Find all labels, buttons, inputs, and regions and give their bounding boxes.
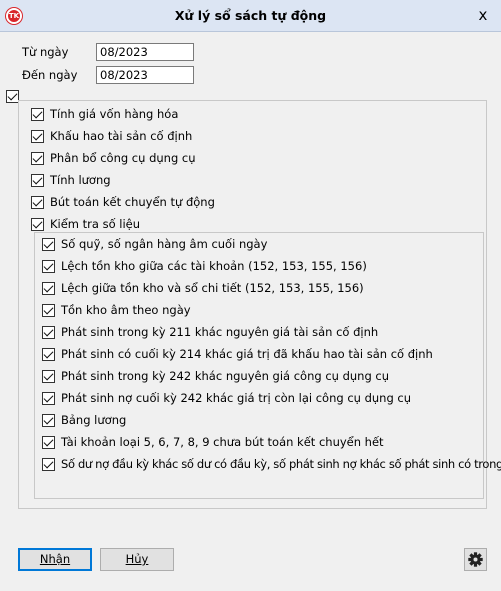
cancel-button-label: Hủy: [125, 552, 149, 566]
close-button[interactable]: x: [474, 6, 492, 24]
gear-icon: [468, 552, 483, 567]
check-label-class-accounts: Tài khoản loại 5, 6, 7, 8, 9 chưa bút to…: [61, 435, 384, 449]
check-label-inventory-accounts: Lệch tồn kho giữa các tài khoản (152, 15…: [61, 259, 367, 273]
check-checkbox-214[interactable]: [42, 348, 55, 361]
check-label-242-remaining: Phát sinh nợ cuối kỳ 242 khác giá trị cò…: [61, 391, 412, 405]
task-checkbox-auto-transfer[interactable]: [31, 196, 44, 209]
ok-button-label: Nhận: [39, 552, 71, 566]
check-label-payroll-table: Bảng lương: [61, 413, 127, 427]
check-label-211: Phát sinh trong kỳ 211 khác nguyên giá t…: [61, 325, 379, 339]
check-checkbox-balance-mismatch[interactable]: [42, 458, 55, 471]
check-checkbox-payroll-table[interactable]: [42, 414, 55, 427]
check-label-242-cost: Phát sinh trong kỳ 242 khác nguyên giá c…: [61, 369, 390, 383]
task-checkbox-cost[interactable]: [31, 108, 44, 121]
check-checkbox-211[interactable]: [42, 326, 55, 339]
to-date-input[interactable]: [96, 66, 194, 84]
from-date-input[interactable]: [96, 43, 194, 61]
settings-button[interactable]: [464, 548, 487, 571]
from-date-label: Từ ngày: [22, 45, 69, 59]
task-label-allocation: Phân bổ công cụ dụng cụ: [50, 151, 196, 165]
cancel-button[interactable]: Hủy: [100, 548, 174, 571]
task-label-data-check: Kiểm tra số liệu: [50, 217, 141, 231]
task-label-cost: Tính giá vốn hàng hóa: [50, 107, 179, 121]
title-bar: TK Xử lý sổ sách tự động x: [0, 0, 501, 32]
window-title: Xử lý sổ sách tự động: [174, 8, 327, 23]
check-checkbox-242-cost[interactable]: [42, 370, 55, 383]
check-checkbox-class-accounts[interactable]: [42, 436, 55, 449]
task-checkbox-depreciation[interactable]: [31, 130, 44, 143]
task-checkbox-payroll[interactable]: [31, 174, 44, 187]
to-date-label: Đến ngày: [22, 68, 78, 82]
task-checkbox-data-check[interactable]: [31, 218, 44, 231]
check-label-negative-stock: Tồn kho âm theo ngày: [61, 303, 191, 317]
check-label-inventory-ledger: Lệch giữa tồn kho và sổ chi tiết (152, 1…: [61, 281, 364, 295]
task-label-depreciation: Khấu hao tài sản cố định: [50, 129, 193, 143]
check-checkbox-negative-stock[interactable]: [42, 304, 55, 317]
check-checkbox-inventory-ledger[interactable]: [42, 282, 55, 295]
task-label-payroll: Tính lương: [50, 173, 111, 187]
check-checkbox-242-remaining[interactable]: [42, 392, 55, 405]
check-checkbox-cash-negative[interactable]: [42, 238, 55, 251]
check-label-balance-mismatch: Số dư nợ đầu kỳ khác số dư có đầu kỳ, số…: [61, 457, 501, 471]
check-label-214: Phát sinh có cuối kỳ 214 khác giá trị đã…: [61, 347, 433, 361]
ok-button[interactable]: Nhận: [18, 548, 92, 571]
task-label-auto-transfer: Bút toán kết chuyển tự động: [50, 195, 215, 209]
check-label-cash-negative: Số quỹ, số ngân hàng âm cuối ngày: [61, 237, 268, 251]
check-checkbox-inventory-accounts[interactable]: [42, 260, 55, 273]
task-checkbox-allocation[interactable]: [31, 152, 44, 165]
